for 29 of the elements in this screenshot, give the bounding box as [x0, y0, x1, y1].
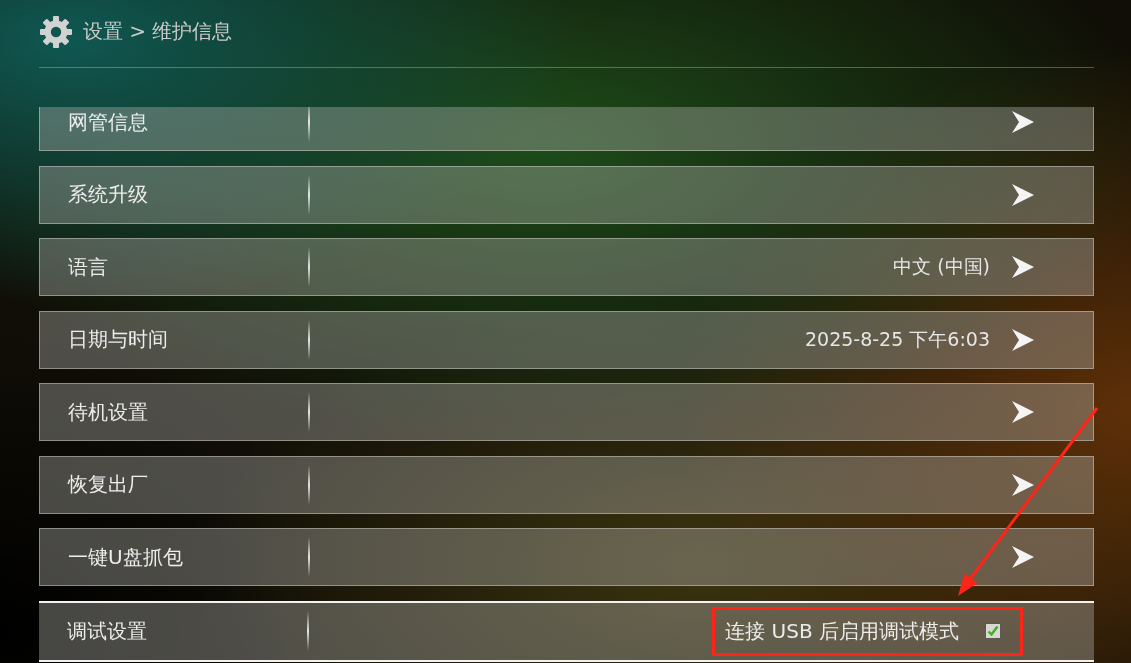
row-label: 语言 — [68, 254, 108, 279]
row-label: 一键U盘抓包 — [68, 544, 183, 569]
settings-row[interactable]: 日期与时间 2025-8-25 下午6:03 — [39, 310, 1094, 369]
row-label: 系统升级 — [68, 182, 148, 206]
row-label: 恢复出厂 — [68, 472, 148, 496]
row-label: 日期与时间 — [68, 327, 168, 351]
chevron-right-icon — [1012, 401, 1034, 423]
chevron-right-icon — [1012, 328, 1034, 351]
settings-row[interactable]: 恢复出厂 — [39, 455, 1094, 514]
breadcrumb: 设置 > 维护信息 — [83, 18, 233, 45]
option-label: 连接 USB 后启用调试模式 — [725, 617, 959, 645]
chevron-right-icon — [1012, 546, 1034, 568]
chevron-right-icon — [1012, 111, 1034, 133]
settings-icon — [40, 15, 72, 48]
settings-row[interactable]: 系统升级 — [39, 165, 1094, 224]
row-value: 2025-8-25 下午6:03 — [804, 326, 990, 352]
settings-row[interactable]: 网管信息 — [39, 107, 1094, 151]
settings-row[interactable]: 语言 中文 (中国) — [39, 238, 1094, 296]
settings-row[interactable]: 调试设置 连接 USB 后启用调试模式 — [39, 600, 1094, 662]
chevron-right-icon — [1012, 183, 1034, 206]
row-label: 待机设置 — [68, 399, 148, 424]
checkbox[interactable] — [985, 623, 1001, 639]
chevron-right-icon — [1012, 256, 1034, 278]
row-label: 网管信息 — [68, 109, 148, 134]
row-label: 调试设置 — [67, 618, 147, 643]
row-value: 中文 (中国) — [893, 254, 990, 279]
settings-row[interactable]: 一键U盘抓包 — [39, 528, 1094, 586]
chevron-right-icon — [1012, 473, 1034, 496]
settings-row[interactable]: 待机设置 — [39, 383, 1094, 441]
